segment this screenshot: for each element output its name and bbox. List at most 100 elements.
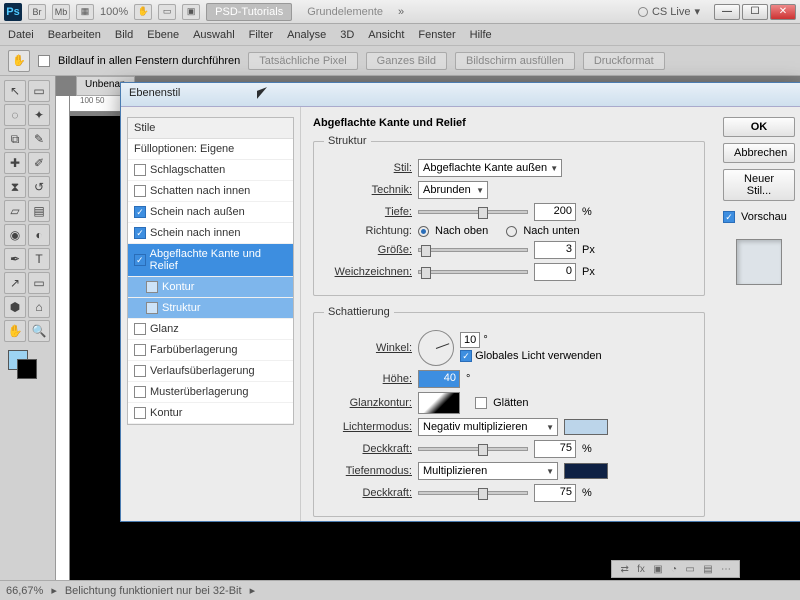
technique-dropdown[interactable]: Abrunden bbox=[418, 181, 488, 199]
path-tool-icon[interactable]: ↗ bbox=[4, 272, 26, 294]
lasso-tool-icon[interactable]: ◌ bbox=[4, 104, 26, 126]
history-brush-icon[interactable]: ↺ bbox=[28, 176, 50, 198]
cs-live-button[interactable]: CS Live ▾ bbox=[638, 5, 700, 18]
style-subitem-contour[interactable]: Kontur bbox=[128, 277, 293, 298]
depth-slider[interactable] bbox=[418, 210, 528, 214]
style-item-patternoverlay[interactable]: Musterüberlagerung bbox=[128, 382, 293, 403]
shadow-opacity-input[interactable]: 75 bbox=[534, 484, 576, 502]
hand-tool-icon[interactable]: ✋ bbox=[4, 320, 26, 342]
minibridge-icon[interactable]: Mb bbox=[52, 4, 70, 20]
shadow-opacity-slider[interactable] bbox=[418, 491, 528, 495]
zoom-tool-icon[interactable]: 🔍 bbox=[28, 320, 50, 342]
menu-datei[interactable]: Datei bbox=[8, 29, 34, 41]
type-tool-icon[interactable]: T bbox=[28, 248, 50, 270]
cancel-button[interactable]: Abbrechen bbox=[723, 143, 795, 163]
minimize-button[interactable]: — bbox=[714, 4, 740, 20]
menu-bild[interactable]: Bild bbox=[115, 29, 133, 41]
foreground-color-swatch[interactable] bbox=[8, 350, 28, 370]
pen-tool-icon[interactable]: ✒ bbox=[4, 248, 26, 270]
altitude-input[interactable]: 40 bbox=[418, 370, 460, 388]
styles-header[interactable]: Stile bbox=[128, 118, 293, 139]
menu-bearbeiten[interactable]: Bearbeiten bbox=[48, 29, 101, 41]
style-item-dropshadow[interactable]: Schlagschatten bbox=[128, 160, 293, 181]
arrange-icon[interactable]: ▭ bbox=[158, 4, 176, 20]
3d-tool-icon[interactable]: ⬢ bbox=[4, 296, 26, 318]
healing-tool-icon[interactable]: ✚ bbox=[4, 152, 26, 174]
view-extras-icon[interactable]: ▦ bbox=[76, 4, 94, 20]
menu-auswahl[interactable]: Auswahl bbox=[193, 29, 235, 41]
gloss-contour-picker[interactable] bbox=[418, 392, 460, 414]
highlight-opacity-input[interactable]: 75 bbox=[534, 440, 576, 458]
direction-up-radio[interactable] bbox=[418, 226, 429, 237]
antialias-checkbox[interactable] bbox=[475, 397, 487, 409]
style-item-coloroverlay[interactable]: Farbüberlagerung bbox=[128, 340, 293, 361]
preview-checkbox[interactable] bbox=[723, 211, 735, 223]
zoom-level[interactable]: 100% bbox=[100, 6, 128, 18]
shadow-color-swatch[interactable] bbox=[564, 463, 608, 479]
workspace-tab-active[interactable]: PSD-Tutorials bbox=[206, 3, 292, 21]
angle-dial[interactable] bbox=[418, 330, 454, 366]
blend-options-item[interactable]: Fülloptionen: Eigene bbox=[128, 139, 293, 160]
shape-tool-icon[interactable]: ▭ bbox=[28, 272, 50, 294]
menu-ansicht[interactable]: Ansicht bbox=[368, 29, 404, 41]
panel-dock-icons[interactable]: ⇄ fx ▣ ◔ ▭ ▤ ⋯ bbox=[611, 560, 740, 578]
tool-preset-icon[interactable]: ✋ bbox=[8, 50, 30, 72]
wand-tool-icon[interactable]: ✦ bbox=[28, 104, 50, 126]
style-item-gradientoverlay[interactable]: Verlaufsüberlagerung bbox=[128, 361, 293, 382]
highlight-mode-dropdown[interactable]: Negativ multiplizieren bbox=[418, 418, 558, 436]
move-tool-icon[interactable]: ↖ bbox=[4, 80, 26, 102]
style-item-innershadow[interactable]: Schatten nach innen bbox=[128, 181, 293, 202]
blur-tool-icon[interactable]: ◉ bbox=[4, 224, 26, 246]
style-item-bevel[interactable]: Abgeflachte Kante und Relief bbox=[128, 244, 293, 277]
menu-filter[interactable]: Filter bbox=[249, 29, 273, 41]
menu-fenster[interactable]: Fenster bbox=[418, 29, 455, 41]
background-color-swatch[interactable] bbox=[17, 359, 37, 379]
dialog-title[interactable]: Ebenenstil bbox=[121, 83, 800, 107]
print-size-button[interactable]: Druckformat bbox=[583, 52, 665, 70]
dodge-tool-icon[interactable]: ◐ bbox=[28, 224, 50, 246]
camera-tool-icon[interactable]: ⌂ bbox=[28, 296, 50, 318]
crop-tool-icon[interactable]: ⧉ bbox=[4, 128, 26, 150]
status-zoom[interactable]: 66,67% bbox=[6, 585, 43, 597]
style-item-innerglow[interactable]: Schein nach innen bbox=[128, 223, 293, 244]
new-style-button[interactable]: Neuer Stil... bbox=[723, 169, 795, 201]
size-slider[interactable] bbox=[418, 248, 528, 252]
style-item-outerglow[interactable]: Schein nach außen bbox=[128, 202, 293, 223]
brush-tool-icon[interactable]: ✐ bbox=[28, 152, 50, 174]
actual-pixels-button[interactable]: Tatsächliche Pixel bbox=[248, 52, 357, 70]
angle-input[interactable]: 10 bbox=[460, 332, 480, 348]
soften-slider[interactable] bbox=[418, 270, 528, 274]
style-item-satin[interactable]: Glanz bbox=[128, 319, 293, 340]
depth-input[interactable]: 200 bbox=[534, 203, 576, 221]
ok-button[interactable]: OK bbox=[723, 117, 795, 137]
stamp-tool-icon[interactable]: ⧗ bbox=[4, 176, 26, 198]
bridge-icon[interactable]: Br bbox=[28, 4, 46, 20]
menu-hilfe[interactable]: Hilfe bbox=[470, 29, 492, 41]
hand-icon[interactable]: ✋ bbox=[134, 4, 152, 20]
direction-down-radio[interactable] bbox=[506, 226, 517, 237]
workspace-tab[interactable]: Grundelemente bbox=[298, 3, 392, 21]
style-dropdown[interactable]: Abgeflachte Kante außen bbox=[418, 159, 562, 177]
highlight-color-swatch[interactable] bbox=[564, 419, 608, 435]
eyedropper-tool-icon[interactable]: ✎ bbox=[28, 128, 50, 150]
screenmode-icon[interactable]: ▣ bbox=[182, 4, 200, 20]
fill-screen-button[interactable]: Bildschirm ausfüllen bbox=[455, 52, 575, 70]
marquee-tool-icon[interactable]: ▭ bbox=[28, 80, 50, 102]
shadow-mode-dropdown[interactable]: Multiplizieren bbox=[418, 462, 558, 480]
soften-input[interactable]: 0 bbox=[534, 263, 576, 281]
close-button[interactable]: ✕ bbox=[770, 4, 796, 20]
style-item-stroke[interactable]: Kontur bbox=[128, 403, 293, 424]
gradient-tool-icon[interactable]: ▤ bbox=[28, 200, 50, 222]
eraser-tool-icon[interactable]: ▱ bbox=[4, 200, 26, 222]
menu-analyse[interactable]: Analyse bbox=[287, 29, 326, 41]
size-input[interactable]: 3 bbox=[534, 241, 576, 259]
maximize-button[interactable]: ☐ bbox=[742, 4, 768, 20]
highlight-opacity-slider[interactable] bbox=[418, 447, 528, 451]
menu-3d[interactable]: 3D bbox=[340, 29, 354, 41]
style-subitem-texture[interactable]: Struktur bbox=[128, 298, 293, 319]
global-light-checkbox[interactable] bbox=[460, 350, 472, 362]
scroll-all-checkbox[interactable] bbox=[38, 55, 50, 67]
fit-screen-button[interactable]: Ganzes Bild bbox=[366, 52, 447, 70]
more-icon[interactable]: » bbox=[398, 6, 404, 18]
menu-ebene[interactable]: Ebene bbox=[147, 29, 179, 41]
